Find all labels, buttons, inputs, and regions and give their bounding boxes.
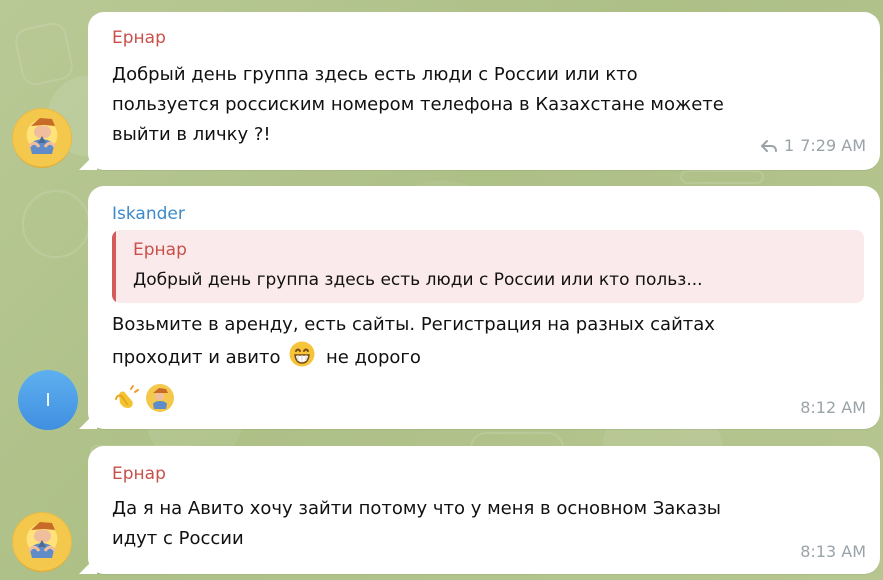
reply-count[interactable]: 1 — [784, 138, 794, 154]
avatar[interactable] — [12, 108, 72, 168]
message-bubble[interactable]: Ернар Да я на Авито хочу зайти потому чт… — [88, 446, 880, 574]
user-avatar-icon — [27, 118, 57, 154]
reply-sender: Ернар — [133, 240, 187, 260]
message-time: 8:13 AM — [800, 542, 866, 561]
message-text: Добрый день группа здесь есть люди с Рос… — [112, 64, 724, 145]
user-avatar-icon — [27, 522, 57, 558]
reaction-list — [110, 382, 176, 414]
message-bubble[interactable]: Iskander Ернар Добрый день группа здесь … — [88, 186, 880, 429]
sender-name[interactable]: Iskander — [112, 206, 185, 223]
message-line: Возьмите в аренду, есть сайты. Регистрац… — [112, 314, 715, 335]
message-time: 7:29 AM — [800, 136, 866, 155]
avatar-letter: I — [45, 389, 51, 411]
reply-preview[interactable]: Ернар Добрый день группа здесь есть люди… — [112, 230, 864, 303]
reply-accent-bar — [112, 230, 116, 303]
message-line: проходит и авито не дорого — [112, 340, 872, 373]
background-doodle — [22, 190, 90, 258]
message-meta: 1 7:29 AM — [760, 138, 866, 154]
reply-text: Добрый день группа здесь есть люди с Рос… — [133, 270, 703, 290]
user-avatar-icon — [146, 384, 174, 412]
message-meta: 8:13 AM — [800, 544, 866, 560]
background-doodle — [680, 170, 764, 184]
message-meta: 8:12 AM — [800, 400, 866, 416]
clapping-hands-icon — [115, 385, 139, 408]
reaction-chip[interactable] — [144, 382, 176, 414]
grinning-face-icon — [288, 340, 316, 368]
message-text: Возьмите в аренду, есть сайты. Регистрац… — [112, 310, 872, 373]
message-bubble[interactable]: Ернар Добрый день группа здесь есть люди… — [88, 12, 880, 170]
sender-name[interactable]: Ернар — [112, 30, 166, 47]
message-fragment: проходит и авито — [112, 347, 281, 368]
reply-icon[interactable] — [760, 138, 778, 154]
reaction-chip[interactable] — [110, 382, 142, 414]
message-time: 8:12 AM — [800, 398, 866, 417]
avatar[interactable] — [12, 512, 72, 572]
message-fragment: не дорого — [325, 347, 421, 368]
sender-name[interactable]: Ернар — [112, 466, 166, 483]
message-text: Да я на Авито хочу зайти потому что у ме… — [112, 498, 722, 549]
avatar[interactable]: I — [18, 370, 78, 430]
